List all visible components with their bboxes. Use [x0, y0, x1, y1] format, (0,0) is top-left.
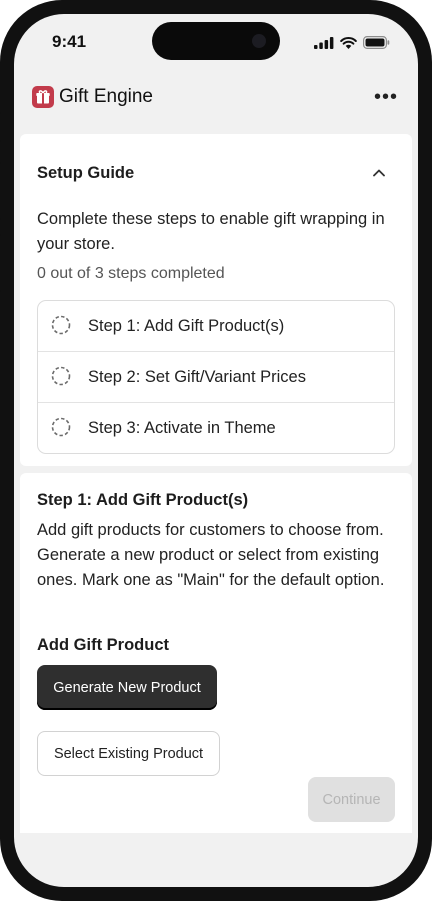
step-label: Step 3: Activate in Theme [88, 419, 276, 437]
continue-button[interactable]: Continue [308, 777, 395, 822]
step-item-activate-theme[interactable]: Step 3: Activate in Theme [38, 402, 394, 453]
screen: 9:41 Gift Engine ••• Setup Guide Complet… [14, 14, 418, 887]
camera-icon [252, 34, 266, 48]
app-title: Gift Engine [59, 86, 153, 107]
step-item-add-gift-products[interactable]: Step 1: Add Gift Product(s) [38, 301, 394, 351]
setup-guide-title: Setup Guide [37, 164, 135, 182]
step-item-set-prices[interactable]: Step 2: Set Gift/Variant Prices [38, 351, 394, 402]
silent-switch [0, 112, 1, 142]
setup-progress-text: 0 out of 3 steps completed [37, 265, 225, 282]
status-icons [314, 36, 390, 49]
step-detail-description: Add gift products for customers to choos… [37, 521, 385, 589]
dynamic-island [152, 22, 280, 60]
wifi-icon [340, 36, 357, 49]
volume-up-button [0, 162, 1, 220]
incomplete-circle-icon [51, 366, 71, 386]
select-existing-product-button[interactable]: Select Existing Product [37, 731, 220, 776]
cellular-signal-icon [314, 36, 334, 49]
more-options-icon[interactable]: ••• [374, 86, 398, 109]
generate-new-product-button[interactable]: Generate New Product [37, 665, 217, 710]
status-bar: 9:41 [14, 14, 418, 70]
setup-guide-card: Setup Guide Complete these steps to enab… [20, 134, 412, 466]
step-label: Step 1: Add Gift Product(s) [88, 317, 285, 335]
volume-down-button [0, 234, 1, 292]
chevron-up-icon[interactable] [370, 164, 388, 182]
status-time: 9:41 [52, 32, 87, 51]
battery-icon [363, 36, 390, 49]
gift-engine-logo-icon [32, 86, 54, 108]
step-detail-card: Step 1: Add Gift Product(s) Add gift pro… [20, 473, 412, 833]
phone-frame: 9:41 Gift Engine ••• Setup Guide Complet… [0, 0, 432, 901]
step-detail-title: Step 1: Add Gift Product(s) [37, 491, 249, 509]
steps-list: Step 1: Add Gift Product(s) Step 2: Set … [37, 300, 395, 454]
incomplete-circle-icon [51, 315, 71, 335]
app-header: Gift Engine ••• [14, 80, 418, 120]
add-gift-product-heading: Add Gift Product [37, 636, 169, 654]
incomplete-circle-icon [51, 417, 71, 437]
setup-guide-description: Complete these steps to enable gift wrap… [37, 210, 385, 253]
step-label: Step 2: Set Gift/Variant Prices [88, 368, 306, 386]
